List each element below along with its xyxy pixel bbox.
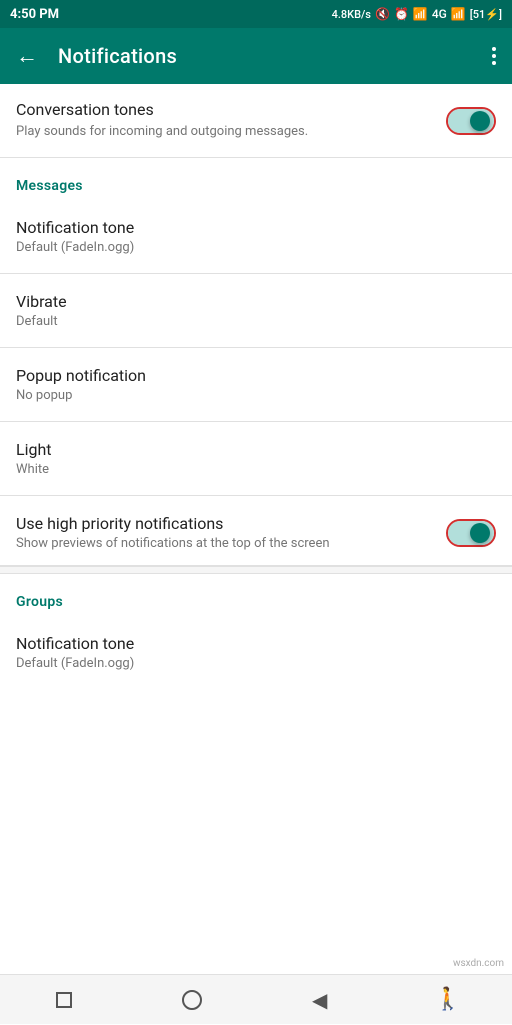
toggle-thumb-1: [470, 111, 490, 131]
recents-icon: [56, 992, 72, 1008]
divider-2: [0, 347, 512, 348]
battery-indicator: [51⚡]: [470, 8, 502, 21]
popup-notification-title: Popup notification: [16, 366, 496, 385]
conversation-tones-row[interactable]: Conversation tones Play sounds for incom…: [0, 84, 512, 158]
conversation-tones-toggle[interactable]: [446, 107, 496, 135]
light-subtitle: White: [16, 462, 496, 477]
nav-back-button[interactable]: ▶: [295, 975, 345, 1025]
watermark: wsxdn.com: [453, 958, 504, 969]
home-icon: [182, 990, 202, 1010]
back-button[interactable]: ←: [16, 43, 38, 69]
conversation-tones-text: Conversation tones Play sounds for incom…: [16, 100, 434, 141]
high-priority-subtitle: Show previews of notifications at the to…: [16, 536, 434, 551]
groups-notification-tone-title: Notification tone: [16, 634, 496, 653]
notification-tone-title: Notification tone: [16, 218, 496, 237]
high-priority-title: Use high priority notifications: [16, 514, 434, 533]
signal2-icon: 📶: [451, 7, 466, 21]
nav-bar: ▶ 🚶: [0, 974, 512, 1024]
status-icons: 4.8KB/s 🔇 ⏰ 📶 4G 📶 [51⚡]: [332, 7, 502, 21]
section-divider: [0, 566, 512, 574]
toggle-thumb-2: [470, 523, 490, 543]
groups-section-header: Groups: [0, 574, 512, 620]
divider-4: [0, 495, 512, 496]
conversation-tones-subtitle: Play sounds for incoming and outgoing me…: [16, 123, 434, 141]
nav-accessibility-button[interactable]: 🚶: [423, 975, 473, 1025]
popup-notification-row[interactable]: Popup notification No popup: [0, 352, 512, 417]
light-title: Light: [16, 440, 496, 459]
popup-notification-subtitle: No popup: [16, 388, 496, 403]
high-priority-toggle[interactable]: [446, 519, 496, 547]
person-icon: 🚶: [434, 987, 461, 1012]
nav-home-button[interactable]: [167, 975, 217, 1025]
vibrate-row[interactable]: Vibrate Default: [0, 278, 512, 343]
divider-1: [0, 273, 512, 274]
status-bar: 4:50 PM 4.8KB/s 🔇 ⏰ 📶 4G 📶 [51⚡]: [0, 0, 512, 28]
content-area: Conversation tones Play sounds for incom…: [0, 84, 512, 974]
nav-recents-button[interactable]: [39, 975, 89, 1025]
overflow-menu-button[interactable]: [492, 47, 496, 65]
high-priority-row[interactable]: Use high priority notifications Show pre…: [0, 500, 512, 566]
signal-icon: 📶: [413, 7, 428, 21]
vibrate-title: Vibrate: [16, 292, 496, 311]
back-icon: ▶: [312, 988, 327, 1012]
mute-icon: 🔇: [375, 7, 390, 21]
groups-notification-tone-subtitle: Default (FadeIn.ogg): [16, 656, 496, 671]
menu-dot-1: [492, 47, 496, 51]
lte-icon: 4G: [432, 7, 447, 21]
page-title: Notifications: [58, 44, 492, 68]
menu-dot-3: [492, 61, 496, 65]
notification-tone-subtitle: Default (FadeIn.ogg): [16, 240, 496, 255]
light-row[interactable]: Light White: [0, 426, 512, 491]
messages-section-header: Messages: [0, 158, 512, 204]
time: 4:50 PM: [10, 7, 59, 22]
menu-dot-2: [492, 54, 496, 58]
vibrate-subtitle: Default: [16, 314, 496, 329]
groups-notification-tone-row[interactable]: Notification tone Default (FadeIn.ogg): [0, 620, 512, 685]
high-priority-text: Use high priority notifications Show pre…: [16, 514, 434, 551]
notification-tone-row[interactable]: Notification tone Default (FadeIn.ogg): [0, 204, 512, 269]
conversation-tones-title: Conversation tones: [16, 100, 434, 119]
app-bar: ← Notifications: [0, 28, 512, 84]
network-speed: 4.8KB/s: [332, 8, 371, 21]
divider-3: [0, 421, 512, 422]
alarm-icon: ⏰: [394, 7, 409, 21]
